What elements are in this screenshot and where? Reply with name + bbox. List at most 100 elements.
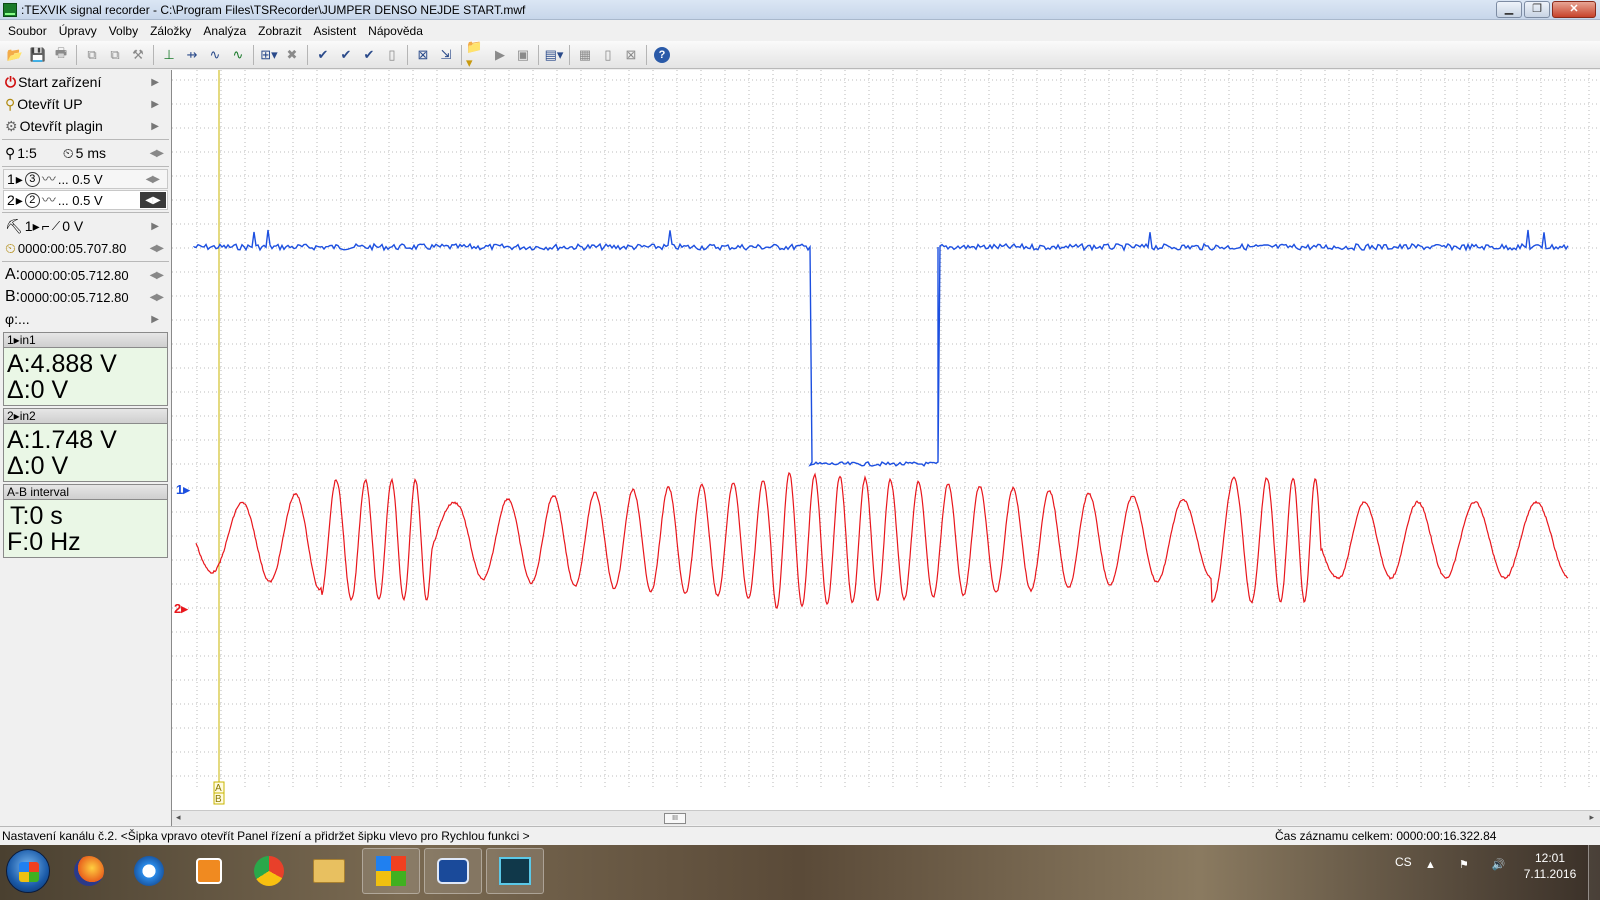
- cursor-a-row[interactable]: A: 0000:00:05.712.80 ◀▶: [0, 264, 171, 286]
- menu-volby[interactable]: Volby: [103, 24, 144, 38]
- wave-cursor-icon[interactable]: ∿: [204, 44, 226, 66]
- trigger-time-row[interactable]: ⏲ 0000:00:05.707.80 ◀▶: [0, 237, 171, 259]
- clock[interactable]: 12:01 7.11.2016: [1515, 850, 1585, 882]
- remove-icon[interactable]: ⊠: [620, 44, 642, 66]
- open-folder-icon[interactable]: 📂: [4, 44, 26, 66]
- channel-1-trace: [193, 229, 1569, 467]
- delete-marker-icon[interactable]: ✖: [281, 44, 303, 66]
- check-icon[interactable]: ✔: [312, 44, 334, 66]
- trigger-edge-icon[interactable]: ⊥: [158, 44, 180, 66]
- left-right-arrows-icon[interactable]: ◀▶: [150, 292, 164, 303]
- channel-select-arrows-icon[interactable]: ◀▶: [140, 192, 166, 208]
- power-icon: ⏻: [5, 73, 17, 90]
- scroll-thumb[interactable]: III: [664, 813, 686, 824]
- media-player-icon: [196, 858, 222, 884]
- restore-button[interactable]: ❐: [1524, 1, 1550, 18]
- car-diagnostics-taskbar-button[interactable]: [424, 848, 482, 894]
- open-plugin-item[interactable]: ⚙ Otevřít plagin ▶: [0, 115, 171, 137]
- car-icon: [437, 858, 469, 884]
- print-icon[interactable]: 🖶: [50, 44, 72, 66]
- oscilloscope-plot[interactable]: 1▸ 2▸ A B: [172, 70, 1600, 810]
- clock-time: 12:01: [1534, 851, 1566, 865]
- menu-soubor[interactable]: Soubor: [2, 24, 53, 38]
- start-device-item[interactable]: ⏻ Start zařízení ▶: [0, 71, 171, 93]
- left-right-arrows-icon[interactable]: ◀▶: [146, 174, 160, 185]
- arrow-icon: ▸: [15, 191, 23, 208]
- copy-icon[interactable]: ⧉: [81, 44, 103, 66]
- menu-analyza[interactable]: Analýza: [197, 24, 252, 38]
- plot-canvas[interactable]: 1▸ 2▸ A B: [172, 70, 1600, 810]
- open-up-item[interactable]: ⚲ Otevřít UP ▶: [0, 93, 171, 115]
- horizontal-scrollbar[interactable]: ◂ III ▸: [172, 810, 1600, 825]
- status-hint: Nastavení kanálu č.2. <Šipka vpravo otev…: [2, 828, 530, 843]
- menu-asistent[interactable]: Asistent: [307, 24, 362, 38]
- tray-icons[interactable]: ▲ ⚑ 🔊: [1425, 858, 1516, 871]
- zoom-timebase-row[interactable]: ⚲ 1:5 ⏲ 5 ms ◀▶: [0, 142, 171, 164]
- panel-icon[interactable]: ▦: [574, 44, 596, 66]
- channel-2-label: 2: [7, 192, 15, 208]
- menu-zobrazit[interactable]: Zobrazit: [252, 24, 307, 38]
- left-right-arrows-icon[interactable]: ◀▶: [150, 148, 164, 159]
- channel-1-row[interactable]: 1 ▸ 3 〰 ... 0.5 V ◀▶: [3, 169, 168, 189]
- measure-dropdown-icon[interactable]: ⊞▾: [258, 44, 280, 66]
- scroll-right-icon[interactable]: ▸: [1589, 812, 1594, 823]
- display-dropdown-icon[interactable]: ▤▾: [543, 44, 565, 66]
- left-right-arrows-icon[interactable]: ◀▶: [150, 243, 164, 254]
- toolbar: 📂 💾 🖶 ⧉ ⧉ ⚒ ⊥ ⇸ ∿ ∿ ⊞▾ ✖ ✔ ✔ ✔ ▯ ⊠ ⇲ 📁▾ …: [0, 39, 1600, 70]
- stamp-icon[interactable]: ⚒: [127, 44, 149, 66]
- trigger-icon: ⛏: [5, 217, 23, 234]
- page-icon[interactable]: ▯: [597, 44, 619, 66]
- readout-in1: 1▸in1 A:4.888 V Δ:0 V: [3, 332, 168, 406]
- channel-1-marker[interactable]: 1▸: [176, 482, 191, 497]
- check-down-icon[interactable]: ✔: [358, 44, 380, 66]
- trigger-row[interactable]: ⛏ 1 ▸ ⌐ ⟋ 0 V ▶: [0, 215, 171, 237]
- help-icon[interactable]: ?: [651, 44, 673, 66]
- menu-napoveda[interactable]: Nápověda: [362, 24, 429, 38]
- paste-icon[interactable]: ⧉: [104, 44, 126, 66]
- zoom-fit-icon[interactable]: ⊠: [412, 44, 434, 66]
- export-icon[interactable]: ⇲: [435, 44, 457, 66]
- wave-icon[interactable]: ∿: [227, 44, 249, 66]
- scroll-left-icon[interactable]: ◂: [176, 812, 181, 823]
- play-icon[interactable]: ▶: [489, 44, 511, 66]
- explorer-taskbar-button[interactable]: [300, 848, 358, 894]
- cursor-a-time: 0000:00:05.712.80: [20, 267, 129, 283]
- check-all-icon[interactable]: ✔: [335, 44, 357, 66]
- media-player-taskbar-button[interactable]: [180, 848, 238, 894]
- zoom-value: 1:5: [17, 145, 37, 161]
- close-button[interactable]: ✕: [1552, 1, 1596, 18]
- record-icon[interactable]: ▣: [512, 44, 534, 66]
- app-icon: [3, 2, 17, 17]
- left-right-arrows-icon[interactable]: ◀▶: [150, 270, 164, 281]
- channel-1-index: 3: [24, 171, 40, 187]
- cursor-icon[interactable]: ⇸: [181, 44, 203, 66]
- document-icon[interactable]: ▯: [381, 44, 403, 66]
- minimize-button[interactable]: ▁: [1496, 1, 1522, 18]
- texvik-taskbar-button[interactable]: [486, 848, 544, 894]
- status-total-time: Čas záznamu celkem: 0000:00:16.322.84: [1275, 828, 1497, 843]
- start-button[interactable]: [6, 849, 50, 893]
- cursor-a-handle-label: A: [215, 783, 222, 794]
- folder-dropdown-icon[interactable]: 📁▾: [466, 39, 488, 70]
- language-indicator[interactable]: CS: [1395, 855, 1412, 869]
- readout-in2-header: 2▸in2: [4, 409, 167, 424]
- trigger-level: 0 V: [62, 218, 84, 234]
- menu-upravy[interactable]: Úpravy: [53, 24, 103, 38]
- timebase-icon: ⏲: [62, 144, 74, 161]
- phi-row[interactable]: φ:... ▶: [0, 308, 171, 330]
- show-desktop-button[interactable]: [1588, 845, 1600, 900]
- ie-taskbar-button[interactable]: [120, 848, 178, 894]
- coupling-icon: 〰: [41, 171, 56, 187]
- plot-grid: [172, 70, 1600, 790]
- channel-2-marker[interactable]: 2▸: [174, 601, 189, 616]
- cursor-b-row[interactable]: B: 0000:00:05.712.80 ◀▶: [0, 286, 171, 308]
- menu-zalozky[interactable]: Záložky: [144, 24, 197, 38]
- readout-in1-header: 1▸in1: [4, 333, 167, 348]
- channel-2-row[interactable]: 2 ▸ 2 〰 ... 0.5 V ◀▶: [3, 190, 168, 210]
- timebase-value: 5 ms: [75, 145, 106, 161]
- save-icon[interactable]: 💾: [27, 44, 49, 66]
- chrome-taskbar-button[interactable]: [240, 848, 298, 894]
- firefox-taskbar-button[interactable]: [60, 848, 118, 894]
- windows-app-taskbar-button[interactable]: [362, 848, 420, 894]
- window-title: :TEXVIK signal recorder - C:\Program Fil…: [21, 2, 526, 17]
